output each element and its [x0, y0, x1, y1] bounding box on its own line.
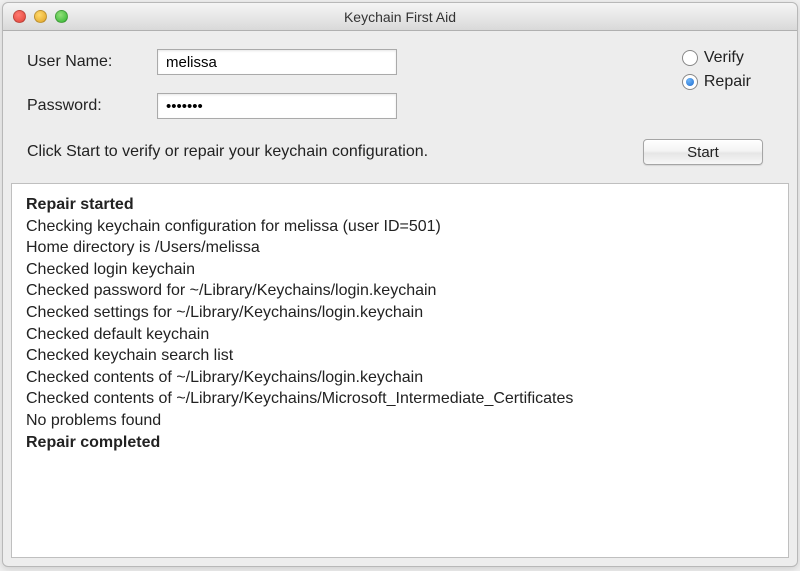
log-line: Checked settings for ~/Library/Keychains…	[26, 302, 774, 324]
log-line: Checked contents of ~/Library/Keychains/…	[26, 367, 774, 389]
traffic-lights	[13, 10, 68, 23]
username-input[interactable]	[157, 49, 397, 75]
log-line: Checked contents of ~/Library/Keychains/…	[26, 388, 774, 410]
log-line: Checked keychain search list	[26, 345, 774, 367]
log-line: No problems found	[26, 410, 774, 432]
form-row: User Name: Password: Verify Repair	[27, 49, 773, 119]
repair-radio[interactable]: Repair	[682, 73, 751, 91]
password-row: Password:	[27, 93, 397, 119]
password-input[interactable]	[157, 93, 397, 119]
log-line: Checked default keychain	[26, 324, 774, 346]
verify-radio-label: Verify	[704, 49, 744, 67]
titlebar: Keychain First Aid	[3, 3, 797, 31]
log-line: Checked password for ~/Library/Keychains…	[26, 280, 774, 302]
repair-radio-label: Repair	[704, 73, 751, 91]
log-line: Repair started	[26, 194, 774, 216]
hint-row: Click Start to verify or repair your key…	[27, 139, 773, 165]
password-label: Password:	[27, 97, 157, 115]
hint-text: Click Start to verify or repair your key…	[27, 143, 428, 161]
username-label: User Name:	[27, 53, 157, 71]
log-output[interactable]: Repair startedChecking keychain configur…	[11, 183, 789, 558]
form-fields: User Name: Password:	[27, 49, 397, 119]
radio-icon	[682, 50, 698, 66]
log-line: Repair completed	[26, 432, 774, 454]
log-line: Checked login keychain	[26, 259, 774, 281]
zoom-icon[interactable]	[55, 10, 68, 23]
mode-radio-group: Verify Repair	[682, 49, 751, 91]
close-icon[interactable]	[13, 10, 26, 23]
username-row: User Name:	[27, 49, 397, 75]
minimize-icon[interactable]	[34, 10, 47, 23]
radio-icon	[682, 74, 698, 90]
verify-radio[interactable]: Verify	[682, 49, 751, 67]
window-title: Keychain First Aid	[3, 9, 797, 25]
top-pane: User Name: Password: Verify Repair	[3, 31, 797, 179]
log-line: Home directory is /Users/melissa	[26, 237, 774, 259]
log-line: Checking keychain configuration for meli…	[26, 216, 774, 238]
start-button[interactable]: Start	[643, 139, 763, 165]
app-window: Keychain First Aid User Name: Password: …	[2, 2, 798, 567]
